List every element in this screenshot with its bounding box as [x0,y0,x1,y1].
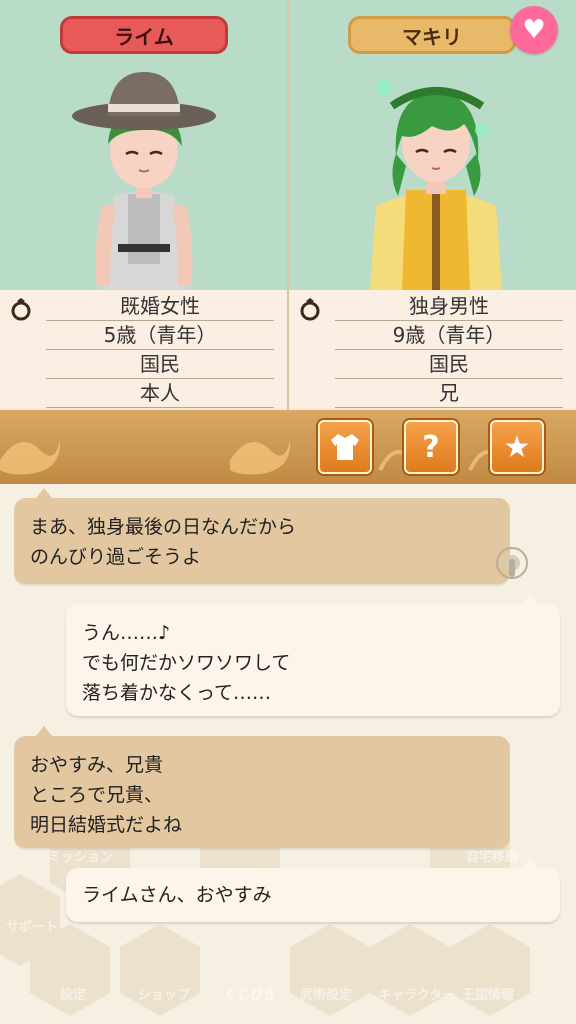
marital-status: 既婚女性 [46,292,274,321]
left-character-name: ライム [60,16,228,54]
heart-button[interactable]: ♥ [510,6,558,54]
chat-message-left[interactable]: おやすみ、兄貴 ところで兄貴、 明日結婚式だよね [14,726,510,848]
bg-label: サポート [6,920,59,935]
marital-status: 独身男性 [335,292,563,321]
bg-label: 王国情報 [462,988,515,1003]
bubble-tail [522,594,538,604]
message-line: おやすみ、兄貴 [30,754,164,776]
mouth [431,167,441,170]
help-button[interactable]: ? [404,420,458,474]
message-line: でも何だかソワソワして [82,652,291,674]
heart-icon: ♥ [522,15,546,45]
question-icon: ? [422,429,440,465]
favorite-button[interactable]: ★ [490,420,544,474]
chat-message-right[interactable]: ライムさん、おやすみ [66,858,560,922]
message-line: 明日結婚式だよね [30,814,183,836]
status: 国民 [46,350,274,379]
right-character-avatar[interactable] [336,66,536,290]
clothes-icon [331,434,359,460]
relation: 兄 [335,379,563,408]
bg-label: 設定 [60,988,87,1003]
hair-side [392,154,406,196]
hair-side [466,154,481,196]
message-line: 落ち着かなくって…… [82,682,272,704]
bubble-tail [36,488,52,498]
age: 5歳（青年） [46,321,274,350]
belt [118,244,170,252]
message-line: ところで兄貴、 [30,784,164,806]
right-character-info: 独身男性 9歳（青年） 国民 兄 [289,290,576,408]
star-icon: ★ [503,429,531,465]
tap-icon[interactable] [494,545,530,581]
age: 9歳（青年） [335,321,563,350]
bubble-tail [522,858,538,868]
status: 国民 [335,350,563,379]
bubble-tail [36,726,52,736]
chat-message-left[interactable]: まあ、独身最後の日なんだから のんびり過ごそうよ [14,488,510,584]
left-character-avatar[interactable] [44,66,244,290]
outfit-button[interactable] [318,420,372,474]
bg-label: ミッション [48,850,114,865]
vest-trim [432,190,440,290]
sparkle [475,123,489,137]
ring-icon [11,298,31,321]
relation: 本人 [46,379,274,408]
bg-label: くじびき [224,988,277,1003]
ring-icon [300,298,320,321]
vest [128,194,160,264]
message-line: まあ、独身最後の日なんだから [30,516,297,538]
hat-band [108,104,180,112]
chat-message-right[interactable]: うん……♪ でも何だかソワソワして 落ち着かなくって…… [66,594,560,716]
message-line: ライムさん、おやすみ [82,884,272,906]
bg-label: キャラクター [378,988,456,1003]
message-line: のんびり過ごそうよ [30,546,202,568]
bg-label: 武術設定 [300,988,353,1003]
left-character-info: 既婚女性 5歳（青年） 国民 本人 [0,290,287,408]
bg-label: ショップ [138,988,191,1003]
bg-label: 自宅移動 [466,850,519,865]
sparkle [376,80,392,96]
right-character-name: マキリ [348,16,516,54]
message-line: うん……♪ [82,622,171,644]
